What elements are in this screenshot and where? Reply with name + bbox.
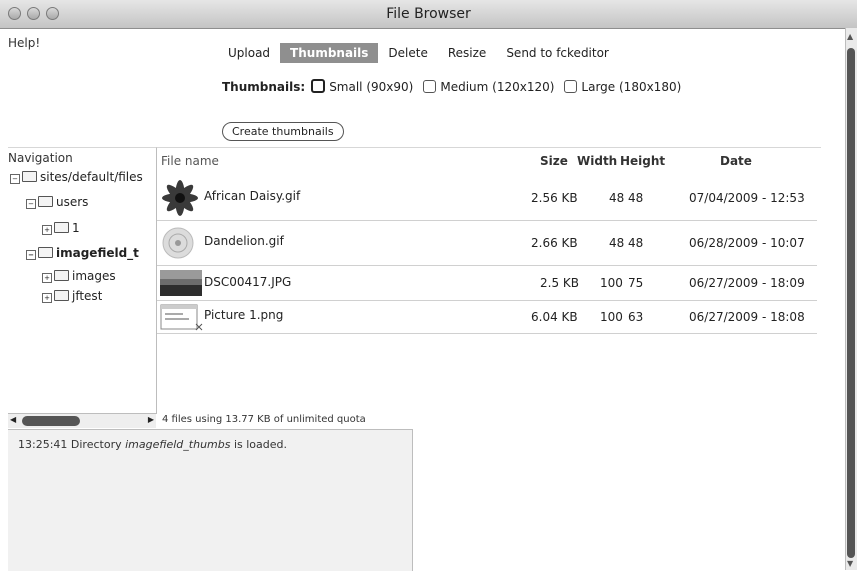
navigation-pane: Navigation − sites/default/files − users +… bbox=[8, 147, 157, 414]
table-row[interactable]: DSC00417.JPG 2.5 KB 100 75 06/27/2009 - … bbox=[157, 266, 817, 301]
tree-item-label: users bbox=[56, 195, 89, 209]
expand-icon[interactable]: + bbox=[42, 225, 52, 235]
column-header-width[interactable]: Width bbox=[577, 154, 617, 168]
photo-thumbnail bbox=[160, 270, 202, 296]
collapse-icon[interactable]: − bbox=[10, 174, 20, 184]
small-checkbox[interactable] bbox=[311, 79, 326, 93]
scroll-right-icon[interactable]: ▶ bbox=[148, 415, 154, 424]
tree-item-label: jftest bbox=[72, 289, 103, 303]
thumbnails-label: Thumbnails: bbox=[222, 80, 306, 94]
log-pane: 13:25:41 Directory imagefield_thumbs is … bbox=[8, 429, 413, 571]
small-option-label: Small (90x90) bbox=[329, 80, 414, 94]
help-link[interactable]: Help! bbox=[8, 36, 40, 50]
file-width: 48 bbox=[609, 191, 625, 205]
tree-item-imagefield-thumbs[interactable]: − imagefield_t bbox=[26, 246, 156, 260]
large-checkbox[interactable] bbox=[564, 80, 578, 93]
table-row[interactable]: African Daisy.gif 2.56 KB 48 48 07/04/20… bbox=[157, 176, 817, 221]
large-option-label: Large (180x180) bbox=[581, 80, 682, 94]
tree-item-label: imagefield_t bbox=[56, 246, 139, 260]
file-date: 06/27/2009 - 18:08 bbox=[689, 310, 805, 324]
table-row[interactable]: Dandelion.gif 2.66 KB 48 48 06/28/2009 -… bbox=[157, 221, 817, 266]
tab-resize[interactable]: Resize bbox=[438, 43, 496, 63]
tree-item-label: images bbox=[72, 269, 116, 283]
screenshot-thumbnail bbox=[160, 304, 203, 331]
folder-icon bbox=[54, 290, 69, 301]
tab-upload[interactable]: Upload bbox=[218, 43, 280, 63]
create-thumbnails-button[interactable]: Create thumbnails bbox=[222, 122, 344, 141]
column-header-date[interactable]: Date bbox=[720, 154, 752, 168]
log-message: 13:25:41 Directory imagefield_thumbs is … bbox=[18, 438, 287, 451]
tree-item-1[interactable]: +1 bbox=[42, 221, 80, 235]
expand-icon[interactable]: + bbox=[42, 273, 52, 283]
column-header-height[interactable]: Height bbox=[620, 154, 665, 168]
file-height: 48 bbox=[628, 236, 644, 250]
tree-item-users[interactable]: − users bbox=[26, 195, 88, 209]
log-prefix: Directory bbox=[70, 438, 122, 451]
tab-delete[interactable]: Delete bbox=[378, 43, 437, 63]
file-name: Picture 1.png bbox=[204, 308, 284, 322]
file-date: 06/28/2009 - 10:07 bbox=[689, 236, 805, 250]
folder-icon bbox=[38, 247, 53, 258]
scroll-up-icon[interactable]: ▲ bbox=[847, 32, 853, 41]
column-header-size[interactable]: Size bbox=[540, 154, 568, 168]
tree-item-jftest[interactable]: + jftest bbox=[42, 289, 102, 303]
tree-item-label: 1 bbox=[72, 221, 80, 235]
page-scrollbar-thumb[interactable] bbox=[847, 48, 855, 558]
file-name: DSC00417.JPG bbox=[204, 275, 292, 289]
tree-item-images[interactable]: + images bbox=[42, 269, 116, 283]
tree-item-files[interactable]: − sites/default/files bbox=[10, 170, 156, 184]
file-size: 2.66 KB bbox=[531, 236, 578, 250]
folder-icon bbox=[22, 171, 37, 182]
log-time: 13:25:41 bbox=[18, 438, 68, 451]
file-list: File name Size Width Height Date African… bbox=[157, 147, 821, 414]
file-date: 06/27/2009 - 18:09 bbox=[689, 276, 805, 290]
file-height: 63 bbox=[628, 310, 644, 324]
window-title: File Browser bbox=[386, 6, 471, 22]
thumbnail-options: Thumbnails: Small (90x90) Medium (120x120)… bbox=[222, 76, 682, 98]
file-width: 100 bbox=[600, 310, 623, 324]
log-directory: imagefield_thumbs bbox=[125, 438, 231, 451]
log-suffix: is loaded. bbox=[233, 438, 288, 451]
horizontal-scrollbar-thumb[interactable] bbox=[22, 416, 80, 426]
tab-thumbnails[interactable]: Thumbnails bbox=[280, 43, 379, 63]
file-width: 100 bbox=[600, 276, 623, 290]
african-daisy-thumbnail bbox=[162, 180, 198, 216]
file-height: 48 bbox=[628, 191, 644, 205]
tree-item-label: sites/default/files bbox=[40, 170, 143, 184]
scroll-down-icon[interactable]: ▼ bbox=[847, 559, 853, 568]
medium-checkbox[interactable] bbox=[423, 80, 437, 93]
action-tabs: Upload Thumbnails Delete Resize Send to … bbox=[218, 43, 619, 63]
file-browser-window: File Browser ▲ ▼ Help! Upload Thumbnails… bbox=[0, 0, 857, 571]
file-name: African Daisy.gif bbox=[204, 189, 301, 203]
expand-icon[interactable]: + bbox=[42, 293, 52, 303]
file-size: 2.56 KB bbox=[531, 191, 578, 205]
navigation-title: Navigation bbox=[8, 151, 73, 165]
folder-icon bbox=[38, 196, 53, 207]
file-name: Dandelion.gif bbox=[204, 234, 284, 248]
column-header-name[interactable]: File name bbox=[161, 154, 219, 168]
quota-status: 4 files using 13.77 KB of unlimited quot… bbox=[162, 414, 366, 425]
tab-send-to-fckeditor[interactable]: Send to fckeditor bbox=[496, 43, 619, 63]
page-scrollbar[interactable]: ▲ ▼ bbox=[845, 28, 857, 570]
scroll-left-icon[interactable]: ◀ bbox=[10, 415, 16, 424]
file-size: 2.5 KB bbox=[540, 276, 579, 290]
file-width: 48 bbox=[609, 236, 625, 250]
folder-icon bbox=[54, 270, 69, 281]
navigation-horizontal-scrollbar[interactable]: ◀ ▶ bbox=[8, 413, 156, 428]
dandelion-thumbnail bbox=[162, 227, 194, 259]
medium-option-label: Medium (120x120) bbox=[440, 80, 555, 94]
table-row[interactable]: Picture 1.png 6.04 KB 100 63 06/27/2009 … bbox=[157, 301, 817, 334]
title-bar: File Browser bbox=[0, 0, 857, 29]
file-height: 75 bbox=[628, 276, 644, 290]
folder-icon bbox=[54, 222, 69, 233]
file-date: 07/04/2009 - 12:53 bbox=[689, 191, 805, 205]
collapse-icon[interactable]: − bbox=[26, 199, 36, 209]
file-size: 6.04 KB bbox=[531, 310, 578, 324]
collapse-icon[interactable]: − bbox=[26, 250, 36, 260]
